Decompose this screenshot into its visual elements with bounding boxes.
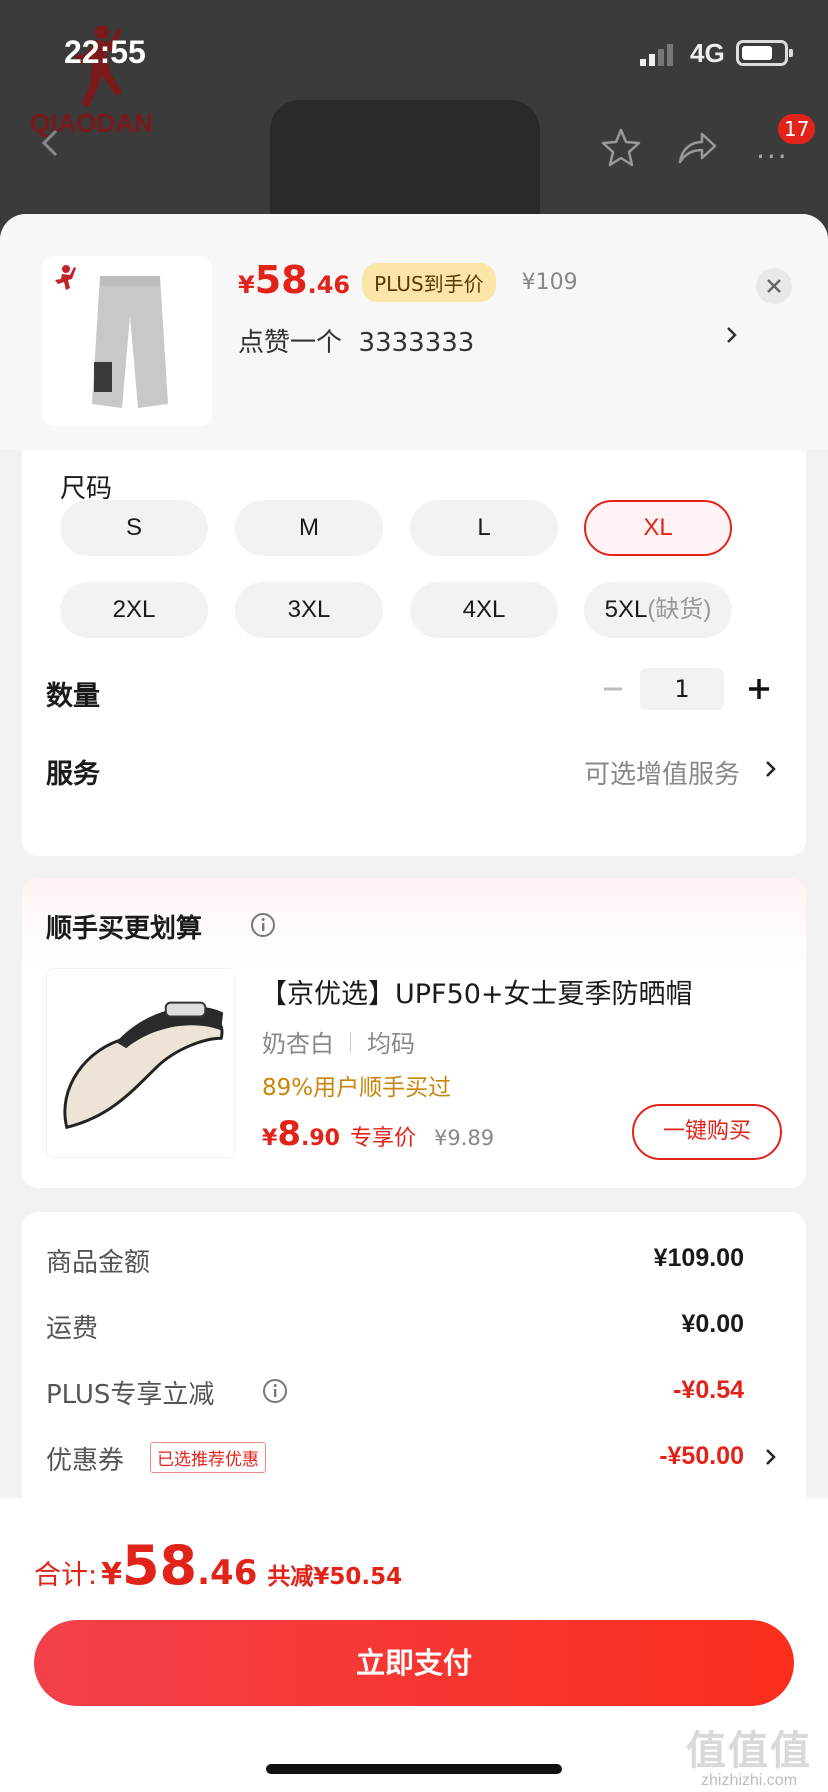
status-time: 22:55 xyxy=(64,34,146,70)
combo-product-name[interactable]: 【京优选】UPF50+女士夏季防晒帽 xyxy=(260,972,693,1011)
size-option-m[interactable]: M xyxy=(235,500,383,556)
shipping-label: 运费 xyxy=(46,1314,99,1344)
combo-card: 顺手买更划算 【京优选】UPF50+女士夏季防晒帽 奶杏白 均码 89%用户顺手… xyxy=(22,878,806,1188)
product-price-row: ¥ 58 .46 PLUS到手价 ¥109 xyxy=(238,258,578,306)
pants-image xyxy=(92,276,168,408)
combo-bought-stat: 89%用户顺手买过 xyxy=(262,1075,452,1101)
more-menu-icon[interactable]: ··· xyxy=(756,140,789,173)
coupon-value[interactable]: -¥50.00 xyxy=(659,1442,744,1471)
service-label: 服务 xyxy=(46,759,100,790)
plus-icon[interactable] xyxy=(742,672,776,706)
chevron-right-icon[interactable] xyxy=(722,320,742,350)
amount-row-label: 商品金额 xyxy=(46,1248,151,1278)
share-icon[interactable] xyxy=(676,128,718,168)
combo-price-integer: 8 xyxy=(277,1114,301,1154)
spec-divider xyxy=(350,1031,351,1052)
plus-discount-value: -¥0.54 xyxy=(673,1376,744,1404)
pay-now-button[interactable]: 立即支付 xyxy=(34,1620,794,1706)
thumbnail-brand-icon xyxy=(55,265,76,290)
product-header: ¥ 58 .46 PLUS到手价 ¥109 点赞一个 3333333 xyxy=(0,214,828,450)
quantity-stepper[interactable]: 1 xyxy=(640,668,724,710)
cart-badge: 17 xyxy=(778,114,816,144)
price-currency: ¥ xyxy=(238,271,255,299)
back-arrow-icon[interactable] xyxy=(36,128,66,158)
chevron-right-icon[interactable] xyxy=(762,754,780,784)
product-thumbnail xyxy=(42,256,212,426)
info-icon[interactable] xyxy=(250,912,276,938)
home-indicator xyxy=(266,1764,562,1774)
size-option-4xl[interactable]: 4XL xyxy=(410,582,558,638)
favorite-star-icon[interactable] xyxy=(600,126,642,168)
watermark: 值值值 zhizhizhi.com xyxy=(674,1718,824,1790)
size-option-2xl[interactable]: 2XL xyxy=(60,582,208,638)
size-option-l[interactable]: L xyxy=(410,500,558,556)
amount-row-value: ¥109.00 xyxy=(653,1244,744,1272)
plus-discount-label: PLUS专享立减 xyxy=(46,1380,215,1410)
total-row: 合计: ¥ 58 .46 共减¥50.54 xyxy=(34,1534,402,1597)
watermark-logo: 值值值 xyxy=(686,1728,812,1774)
size-option-label: 5XL xyxy=(604,596,648,623)
status-bar: 22:55 4G xyxy=(0,0,828,100)
signal-icon xyxy=(640,44,673,66)
shipping-value: ¥0.00 xyxy=(681,1310,744,1338)
size-option-xl[interactable]: XL xyxy=(584,500,732,556)
coupon-tag: 已选推荐优惠 xyxy=(150,1442,266,1473)
price-integer: 58 xyxy=(254,258,308,302)
size-option-3xl[interactable]: 3XL xyxy=(235,582,383,638)
sun-visor-image xyxy=(63,1001,224,1130)
total-decimal: .46 xyxy=(197,1553,258,1593)
network-type: 4G xyxy=(690,38,725,68)
info-icon[interactable] xyxy=(262,1378,288,1404)
combo-price-row: ¥ 8 .90 专享价 ¥9.89 xyxy=(262,1114,494,1154)
coupon-label: 优惠券 xyxy=(46,1446,125,1476)
plus-price-tag: PLUS到手价 xyxy=(362,262,496,302)
size-option-5xl[interactable]: 5XL(缺货) xyxy=(584,582,732,638)
combo-price-decimal: .90 xyxy=(300,1126,340,1151)
selected-spec[interactable]: 点赞一个 3333333 xyxy=(238,322,474,359)
chevron-right-icon[interactable] xyxy=(762,1442,780,1472)
minus-icon[interactable] xyxy=(596,672,630,706)
total-integer: 58 xyxy=(121,1534,198,1597)
options-card: 尺码 S M L XL 2XL 3XL 4XL 5XL(缺货) 数量 1 服务 … xyxy=(22,450,806,856)
original-price: ¥109 xyxy=(521,269,578,295)
size-option-s[interactable]: S xyxy=(60,500,208,556)
combo-spec-color: 奶杏白 xyxy=(262,1030,334,1058)
combo-product-image[interactable] xyxy=(46,968,236,1158)
one-click-buy-button[interactable]: 一键购买 xyxy=(632,1104,782,1160)
checkout-bar: 合计: ¥ 58 .46 共减¥50.54 立即支付 值值值 zhizhizhi… xyxy=(0,1498,828,1792)
out-of-stock-note: (缺货) xyxy=(647,596,712,623)
total-label: 合计: xyxy=(34,1560,98,1591)
amounts-card: 商品金额 ¥109.00 运费 ¥0.00 PLUS专享立减 -¥0.54 优惠… xyxy=(22,1212,806,1512)
quantity-label: 数量 xyxy=(46,681,100,712)
combo-title: 顺手买更划算 xyxy=(46,914,203,944)
combo-price-currency: ¥ xyxy=(262,1126,278,1151)
combo-original-price: ¥9.89 xyxy=(433,1126,495,1150)
combo-price-label: 专享价 xyxy=(349,1126,416,1151)
battery-icon xyxy=(736,40,793,66)
total-savings: 共减¥50.54 xyxy=(267,1564,403,1590)
total-currency: ¥ xyxy=(101,1557,122,1592)
close-icon[interactable] xyxy=(756,268,792,304)
combo-spec-size: 均码 xyxy=(367,1030,415,1058)
price-decimal: .46 xyxy=(307,271,351,299)
combo-specs: 奶杏白 均码 xyxy=(262,1024,415,1059)
service-value[interactable]: 可选增值服务 xyxy=(584,754,740,791)
